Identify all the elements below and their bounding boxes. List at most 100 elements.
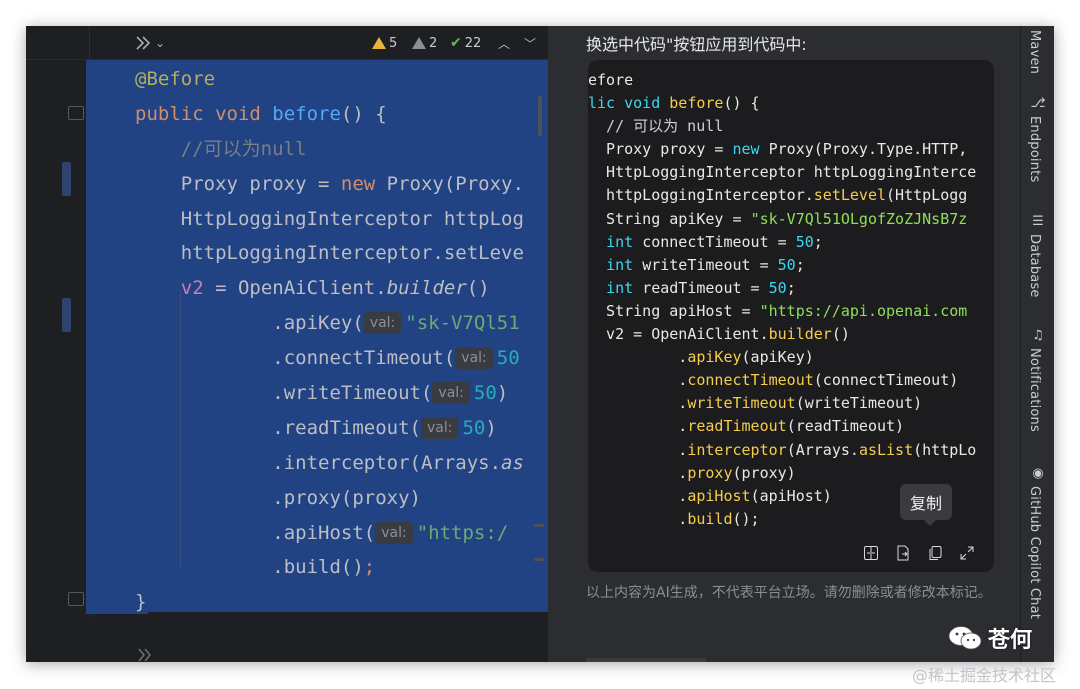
code-line: lic void before() {	[588, 92, 986, 115]
copy-button[interactable]	[926, 544, 944, 562]
code-token: .apiKey(	[135, 312, 364, 335]
code-line: httpLoggingInterceptor.setLevel(HttpLogg	[588, 184, 986, 207]
notifications-icon[interactable]: ♫	[1030, 328, 1046, 344]
parameter-hint: val:	[432, 382, 470, 405]
code-line: .apiKey(apiKey)	[588, 346, 986, 369]
code-token: )	[485, 416, 497, 439]
tool-window-endpoints[interactable]: Endpoints	[1027, 116, 1042, 182]
code-token: writeTimeout	[687, 394, 796, 413]
tool-window-database[interactable]: Database	[1027, 234, 1042, 298]
code-line: .interceptor(Arrays.asList(httpLo	[588, 439, 986, 462]
typos-counter[interactable]: ✔ 22	[450, 35, 481, 51]
change-marker	[62, 162, 71, 196]
code-line: public void before() {	[135, 97, 524, 132]
code-line: String apiHost = "https://api.openai.com	[588, 300, 986, 323]
fold-icon[interactable]	[68, 106, 84, 120]
code-line: String apiKey = "sk-V7Ql51OLgofZoZJNsB7z	[588, 208, 986, 231]
copy-icon	[929, 546, 942, 560]
code-token: connectTimeout =	[642, 232, 796, 251]
database-icon[interactable]: ☰	[1030, 214, 1046, 230]
code-token: Proxy proxy =	[588, 140, 733, 159]
copilot-icon[interactable]: ◉	[1030, 466, 1046, 482]
site-watermark: @稀土掘金技术社区	[912, 666, 1057, 685]
code-token: .	[588, 394, 688, 413]
code-token: ();	[732, 509, 760, 528]
account-watermark: 苍何	[948, 622, 1032, 654]
weak-warning-icon	[412, 37, 426, 49]
code-token: 50	[768, 278, 787, 297]
chat-input-edge	[586, 658, 706, 662]
code-line: .interceptor(Arrays.as	[135, 446, 524, 481]
code-line: .readTimeout(val: 50)	[135, 411, 524, 446]
code-token: HttpLoggingInterceptor httpLoggingInterc…	[588, 163, 977, 182]
code-token: builder	[768, 325, 832, 344]
code-token: (Arrays.	[786, 440, 859, 459]
typos-count: 22	[464, 35, 482, 51]
code-line: int writeTimeout = 50;	[588, 254, 986, 277]
code-token: efore	[588, 71, 634, 89]
editor-code-lines[interactable]: @Before public void before() { //可以为null …	[135, 62, 524, 620]
code-token: (httpLo	[913, 440, 977, 459]
code-token: .writeTimeout(	[135, 382, 433, 405]
previous-highlight-button[interactable]: ︿	[498, 35, 510, 51]
insert-icon	[864, 546, 878, 560]
tool-window-maven[interactable]: Maven	[1027, 30, 1042, 74]
error-stripe-mark	[534, 558, 544, 561]
editor-bottom-area	[26, 618, 548, 662]
expand-button[interactable]	[958, 544, 976, 562]
code-line: v2 = OpenAiClient.builder()	[588, 323, 986, 346]
code-token: )	[496, 382, 509, 405]
chat-message-text: 换选中代码"按钮应用到代码中:	[586, 35, 807, 54]
ai-assistant-button[interactable]: ⌄	[134, 35, 165, 51]
next-highlight-button[interactable]: ﹀	[524, 35, 536, 51]
code-token: .connectTimeout(	[135, 347, 456, 370]
wechat-icon	[948, 626, 982, 650]
code-token: asList	[858, 440, 914, 459]
code-token: new	[732, 140, 769, 159]
scrollbar-thumb[interactable]	[538, 96, 542, 136]
code-token: connectTimeout	[687, 371, 814, 390]
tool-window-strip: Maven ⎇ Endpoints ☰ Database ♫ Notificat…	[1020, 26, 1054, 662]
insert-new-file-button[interactable]	[894, 544, 912, 562]
code-editor[interactable]: ⌄ 5 2 ✔ 22 ︿ ﹀ @Before public void befor…	[26, 26, 548, 662]
code-line: .apiHost(val: "https:/	[135, 516, 524, 551]
code-token: new	[340, 172, 387, 195]
code-token: apiHost	[687, 486, 751, 505]
fold-icon[interactable]	[68, 592, 84, 606]
typo-check-icon: ✔	[450, 35, 462, 51]
tool-window-notifications[interactable]: Notifications	[1027, 348, 1042, 432]
parameter-hint: val:	[363, 312, 402, 335]
code-token: interceptor	[687, 440, 787, 459]
expand-icon	[960, 546, 974, 560]
code-token: Proxy(Proxy.Type.HTTP,	[768, 140, 977, 159]
copy-tooltip: 复制	[900, 484, 953, 526]
warnings-counter[interactable]: 5	[372, 35, 397, 51]
code-token: = OpenAiClient.	[203, 277, 387, 300]
code-token: public void	[135, 102, 273, 125]
code-token: ()	[831, 325, 850, 344]
code-token: ;	[813, 232, 823, 251]
code-token: readTimeout	[687, 417, 787, 436]
tool-window-copilot-chat[interactable]: GitHub Copilot Chat	[1027, 486, 1042, 619]
code-token: (HttpLogg	[886, 186, 968, 205]
code-line: .readTimeout(readTimeout)	[588, 415, 986, 438]
code-block-actions	[862, 544, 976, 562]
code-token: "https://api.openai.com	[759, 301, 968, 320]
code-token: 50	[473, 382, 497, 405]
code-line: .writeTimeout(writeTimeout)	[588, 392, 986, 415]
endpoints-icon[interactable]: ⎇	[1030, 96, 1046, 112]
code-line: .build();	[135, 550, 524, 585]
code-token: as	[501, 451, 524, 474]
code-token: (connectTimeout)	[813, 371, 959, 390]
code-line: httpLoggingInterceptor.setLeve	[135, 236, 524, 271]
code-line: efore	[588, 69, 986, 92]
code-token: // 可以为 null	[588, 117, 724, 136]
code-token: //可以为null	[180, 137, 307, 160]
code-token: .proxy(proxy)	[135, 486, 421, 509]
insert-at-caret-button[interactable]	[862, 544, 880, 562]
code-token: .	[588, 417, 688, 436]
weak-warnings-counter[interactable]: 2	[412, 35, 437, 51]
